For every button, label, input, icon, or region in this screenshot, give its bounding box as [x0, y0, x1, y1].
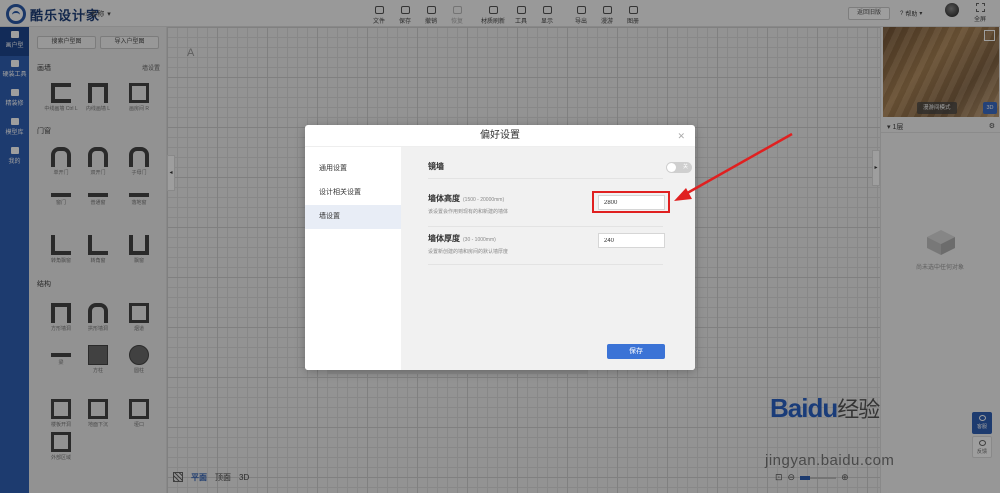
wall-height-title: 墙体高度 — [428, 194, 460, 203]
close-icon[interactable]: ✕ — [677, 131, 685, 142]
wall-thickness-desc: 设置新创建的墙和房间的默认墙厚度 — [428, 249, 509, 255]
wall-thickness-range: (30 - 1000mm) — [463, 237, 496, 243]
wall-thickness-title: 墙体厚度 — [428, 234, 460, 243]
toggle-text: 关 — [682, 164, 688, 170]
annotation-highlight-box — [592, 191, 670, 213]
dialog-content: 镜墙 关 墙体高度 (1500 - 20000mm) 该设置会作用到现有的和新建的… — [401, 147, 695, 370]
mirror-wall-label: 镜墙 — [428, 162, 444, 171]
tab-general-settings[interactable]: 通用设置 — [305, 157, 401, 181]
mirror-wall-row: 镜墙 关 — [428, 151, 692, 179]
save-button[interactable]: 保存 — [607, 344, 665, 359]
tab-design-settings[interactable]: 设计相关设置 — [305, 181, 401, 205]
mirror-wall-toggle[interactable]: 关 — [666, 162, 692, 173]
preferences-dialog: 偏好设置 ✕ 通用设置 设计相关设置 墙设置 镜墙 关 墙体高度 (1500 - … — [305, 125, 695, 370]
dialog-title: 偏好设置 — [305, 125, 695, 147]
horizontal-scrollbar[interactable] — [327, 370, 587, 374]
modal-mask-top — [0, 0, 1000, 27]
dialog-tabs: 通用设置 设计相关设置 墙设置 — [305, 147, 401, 370]
modal-mask-right — [880, 27, 1000, 493]
tab-wall-settings[interactable]: 墙设置 — [305, 205, 401, 229]
wall-thickness-input[interactable] — [598, 233, 665, 248]
modal-mask-left — [0, 27, 167, 493]
wall-height-range: (1500 - 20000mm) — [463, 197, 505, 203]
